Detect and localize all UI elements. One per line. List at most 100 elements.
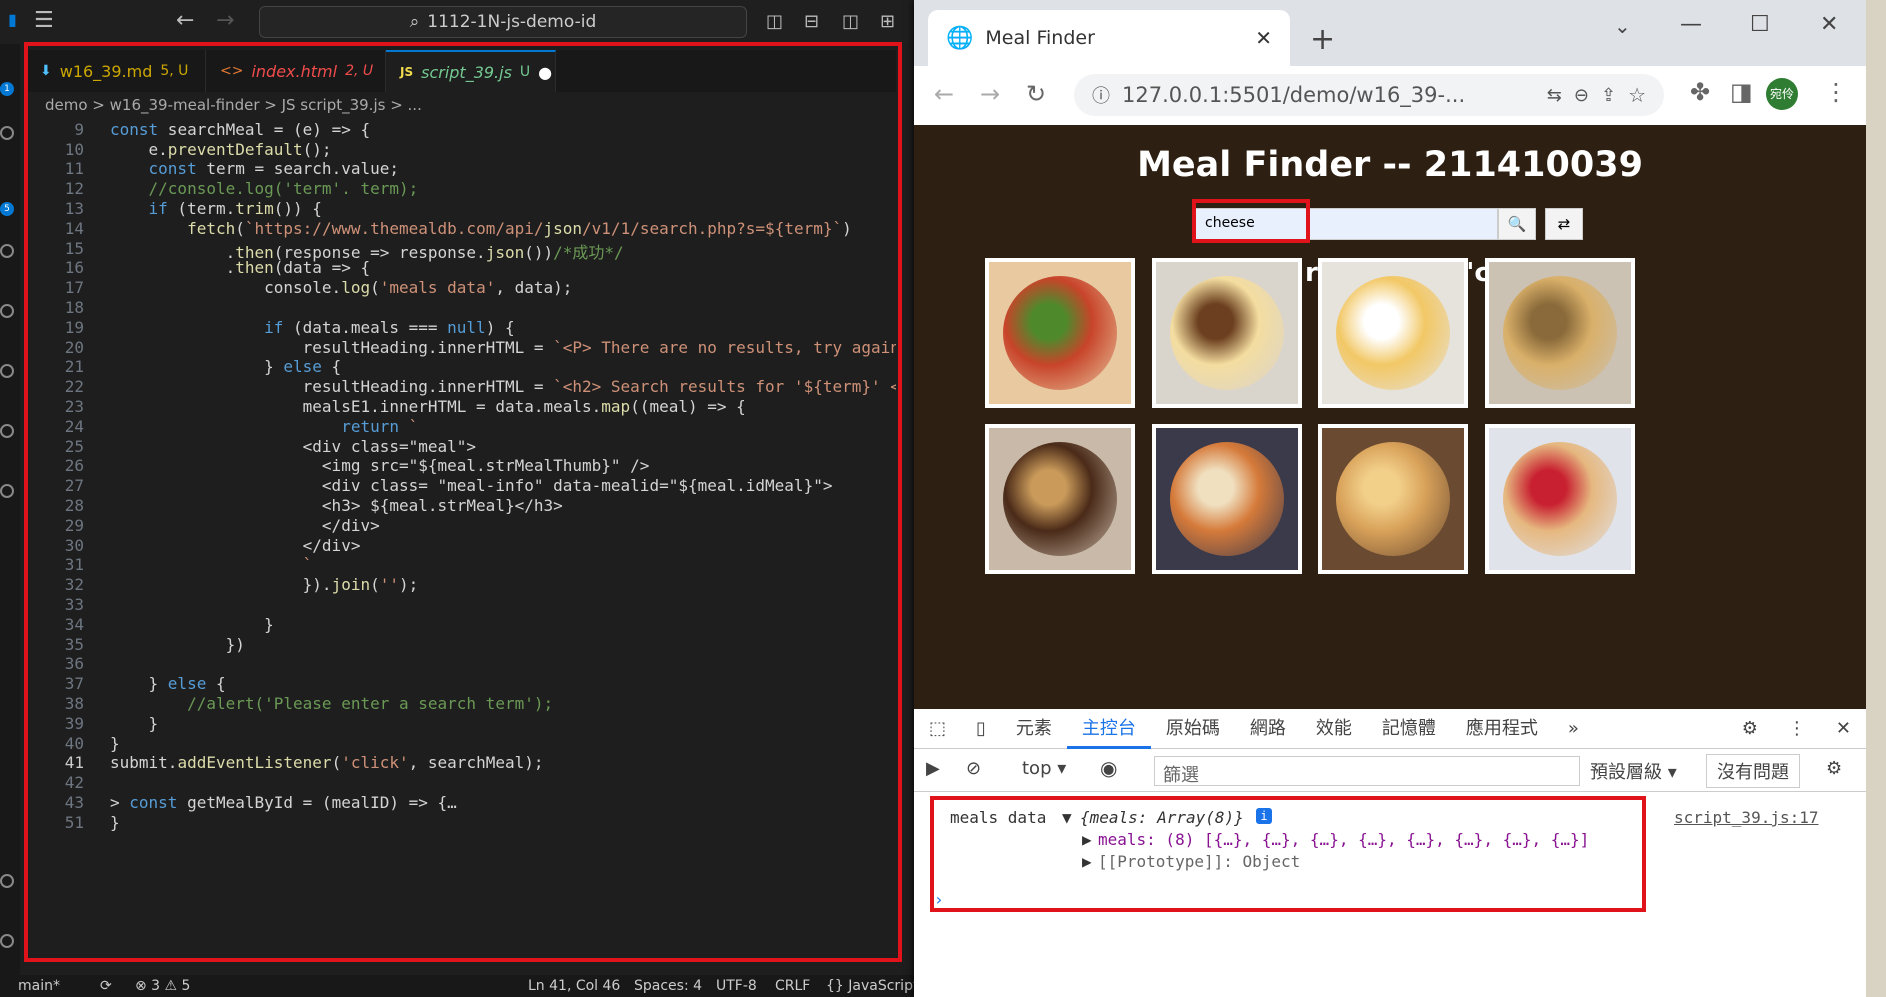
problems-count[interactable]: ⊗ 3 ⚠ 5: [135, 978, 190, 994]
indentation[interactable]: Spaces: 4: [634, 978, 702, 994]
activity-bar: 1 5: [0, 44, 20, 984]
random-button[interactable]: ⇄: [1545, 208, 1583, 240]
clear-console-icon[interactable]: ⊘: [966, 758, 981, 779]
cursor-position[interactable]: Ln 41, Col 46: [528, 978, 620, 994]
eye-icon[interactable]: ◉: [1100, 756, 1117, 780]
highlight-box-search: [1192, 199, 1310, 243]
browser-toolbar: ← → ↻ ⓘ 127.0.0.1:5501/demo/w16_39-... ⇆…: [914, 66, 1866, 125]
meal-thumbnail[interactable]: [1318, 258, 1468, 408]
search-activity-icon[interactable]: [0, 126, 14, 140]
meal-thumbnail[interactable]: [1318, 424, 1468, 574]
share-icon[interactable]: ⇪: [1601, 85, 1616, 106]
tab-search-icon[interactable]: ⌄: [1614, 14, 1631, 38]
devtools-tab[interactable]: 元素: [1001, 709, 1067, 749]
profile-avatar[interactable]: 宛伶: [1766, 78, 1798, 110]
meal-thumbnail[interactable]: [985, 258, 1135, 408]
issues-button[interactable]: 沒有問題: [1706, 754, 1800, 788]
filter-input[interactable]: 篩選: [1154, 756, 1580, 786]
git-branch[interactable]: main*: [18, 978, 60, 994]
console-settings-gear-icon[interactable]: ⚙: [1826, 758, 1842, 779]
meal-thumbnail[interactable]: [1151, 424, 1302, 574]
log-source-link[interactable]: script_39.js:17: [1674, 808, 1819, 827]
new-tab-icon[interactable]: +: [1310, 22, 1335, 57]
inspect-icon[interactable]: ⬚: [914, 709, 961, 749]
close-window-icon[interactable]: ✕: [1820, 12, 1838, 37]
eol[interactable]: CRLF: [775, 978, 810, 994]
forward-icon[interactable]: →: [980, 80, 1000, 108]
devtools-tab[interactable]: 網路: [1235, 709, 1301, 749]
more-menu-icon[interactable]: ⋮: [1824, 78, 1848, 106]
meal-food-image: [1169, 442, 1284, 556]
meal-thumbnail[interactable]: [985, 424, 1135, 574]
search-button[interactable]: 🔍: [1498, 208, 1536, 240]
encoding[interactable]: UTF-8: [716, 978, 757, 994]
address-bar[interactable]: ⓘ 127.0.0.1:5501/demo/w16_39-... ⇆ ⊖ ⇪ ☆: [1074, 74, 1664, 116]
devtools-tab[interactable]: 應用程式: [1451, 709, 1553, 749]
more-tabs-icon[interactable]: »: [1553, 709, 1594, 749]
log-levels-select[interactable]: 預設層級 ▾: [1590, 758, 1677, 784]
toggle-secondary-sidebar-icon[interactable]: ◫: [842, 11, 859, 32]
command-center-search[interactable]: ⌕ 1112-1N-js-demo-id: [259, 6, 747, 38]
vscode-window: ▮ ☰ ← → ⌕ 1112-1N-js-demo-id ◫ ⊟ ◫ ⊞ 1 5…: [0, 0, 930, 997]
close-tab-icon[interactable]: ✕: [1255, 26, 1272, 50]
explorer-badge: 1: [0, 82, 14, 96]
testing-icon[interactable]: [0, 424, 14, 438]
accounts-icon[interactable]: [0, 874, 14, 888]
reload-icon[interactable]: ↻: [1026, 80, 1046, 108]
manage-gear-icon[interactable]: [0, 934, 14, 948]
devtools-tab[interactable]: 記憶體: [1367, 709, 1451, 749]
extensions-icon[interactable]: ✤: [1690, 78, 1710, 106]
settings-gear-icon[interactable]: ⚙: [1727, 709, 1773, 749]
meal-food-image: [1502, 276, 1617, 390]
bookmark-star-icon[interactable]: ☆: [1628, 83, 1646, 107]
browser-titlebar: 🌐 Meal Finder ✕ + ⌄ — ☐ ✕ ← → ↻ ⓘ 127.0.…: [914, 0, 1866, 125]
forward-icon[interactable]: →: [216, 8, 234, 33]
meal-food-image: [1003, 276, 1117, 390]
meal-food-image: [1336, 276, 1450, 390]
maximize-icon[interactable]: ☐: [1750, 12, 1770, 37]
meal-thumbnail[interactable]: [1484, 424, 1635, 574]
devtools-tab[interactable]: 原始碼: [1151, 709, 1235, 749]
sync-icon[interactable]: ⟳: [100, 978, 112, 994]
minimize-icon[interactable]: —: [1680, 12, 1702, 37]
desktop-background: [1866, 0, 1886, 997]
search-icon: ⌕: [409, 12, 420, 32]
vscode-logo-icon: ▮: [8, 10, 17, 29]
vscode-titlebar: ▮ ☰ ← → ⌕ 1112-1N-js-demo-id ◫ ⊟ ◫ ⊞: [0, 0, 930, 44]
log-levels-label: 預設層級: [1590, 762, 1662, 783]
close-devtools-icon[interactable]: ✕: [1821, 709, 1866, 749]
toggle-panel-icon[interactable]: ⊟: [804, 11, 819, 32]
context-select[interactable]: top ▾: [1022, 758, 1066, 779]
sidebar-toggle-icon[interactable]: ▶: [926, 758, 940, 779]
devtools-tab[interactable]: 主控台: [1066, 709, 1151, 749]
globe-icon: 🌐: [946, 25, 974, 51]
side-panel-icon[interactable]: ◨: [1730, 78, 1753, 106]
remote-explorer-icon[interactable]: [0, 364, 14, 378]
page-title: Meal Finder -- 211410039: [1137, 145, 1643, 185]
devtools-tabs: ⬚ ▯ 元素 主控台 原始碼 網路 效能 記憶體 應用程式 » ⚙ ⋮ ✕: [914, 709, 1866, 749]
highlight-box-editor: [24, 42, 902, 962]
highlight-box-console: [930, 796, 1646, 912]
extensions-icon[interactable]: [0, 304, 14, 318]
customize-layout-icon[interactable]: ⊞: [880, 11, 895, 32]
toggle-sidebar-icon[interactable]: ◫: [766, 11, 783, 32]
live-share-icon[interactable]: [0, 484, 14, 498]
run-debug-icon[interactable]: [0, 244, 14, 258]
devtools-tab[interactable]: 效能: [1301, 709, 1367, 749]
translate-icon[interactable]: ⇆: [1547, 85, 1562, 106]
back-icon[interactable]: ←: [176, 8, 194, 33]
more-options-icon[interactable]: ⋮: [1773, 709, 1821, 749]
device-toggle-icon[interactable]: ▯: [961, 709, 1001, 749]
context-value: top: [1022, 758, 1052, 779]
back-icon[interactable]: ←: [934, 80, 954, 108]
zoom-icon[interactable]: ⊖: [1574, 85, 1589, 106]
language-mode[interactable]: {} JavaScript: [826, 978, 918, 994]
browser-tab-title: Meal Finder: [985, 27, 1095, 49]
site-info-icon[interactable]: ⓘ: [1092, 82, 1110, 108]
console-toolbar: ▶ ⊘ top ▾ ◉ 篩選 預設層級 ▾ 沒有問題 ⚙: [914, 750, 1866, 792]
menu-icon[interactable]: ☰: [34, 8, 54, 33]
browser-tab[interactable]: 🌐 Meal Finder ✕: [928, 10, 1290, 66]
meal-thumbnail[interactable]: [1151, 258, 1302, 408]
scm-badge: 5: [0, 202, 14, 216]
meal-thumbnail[interactable]: [1484, 258, 1635, 408]
